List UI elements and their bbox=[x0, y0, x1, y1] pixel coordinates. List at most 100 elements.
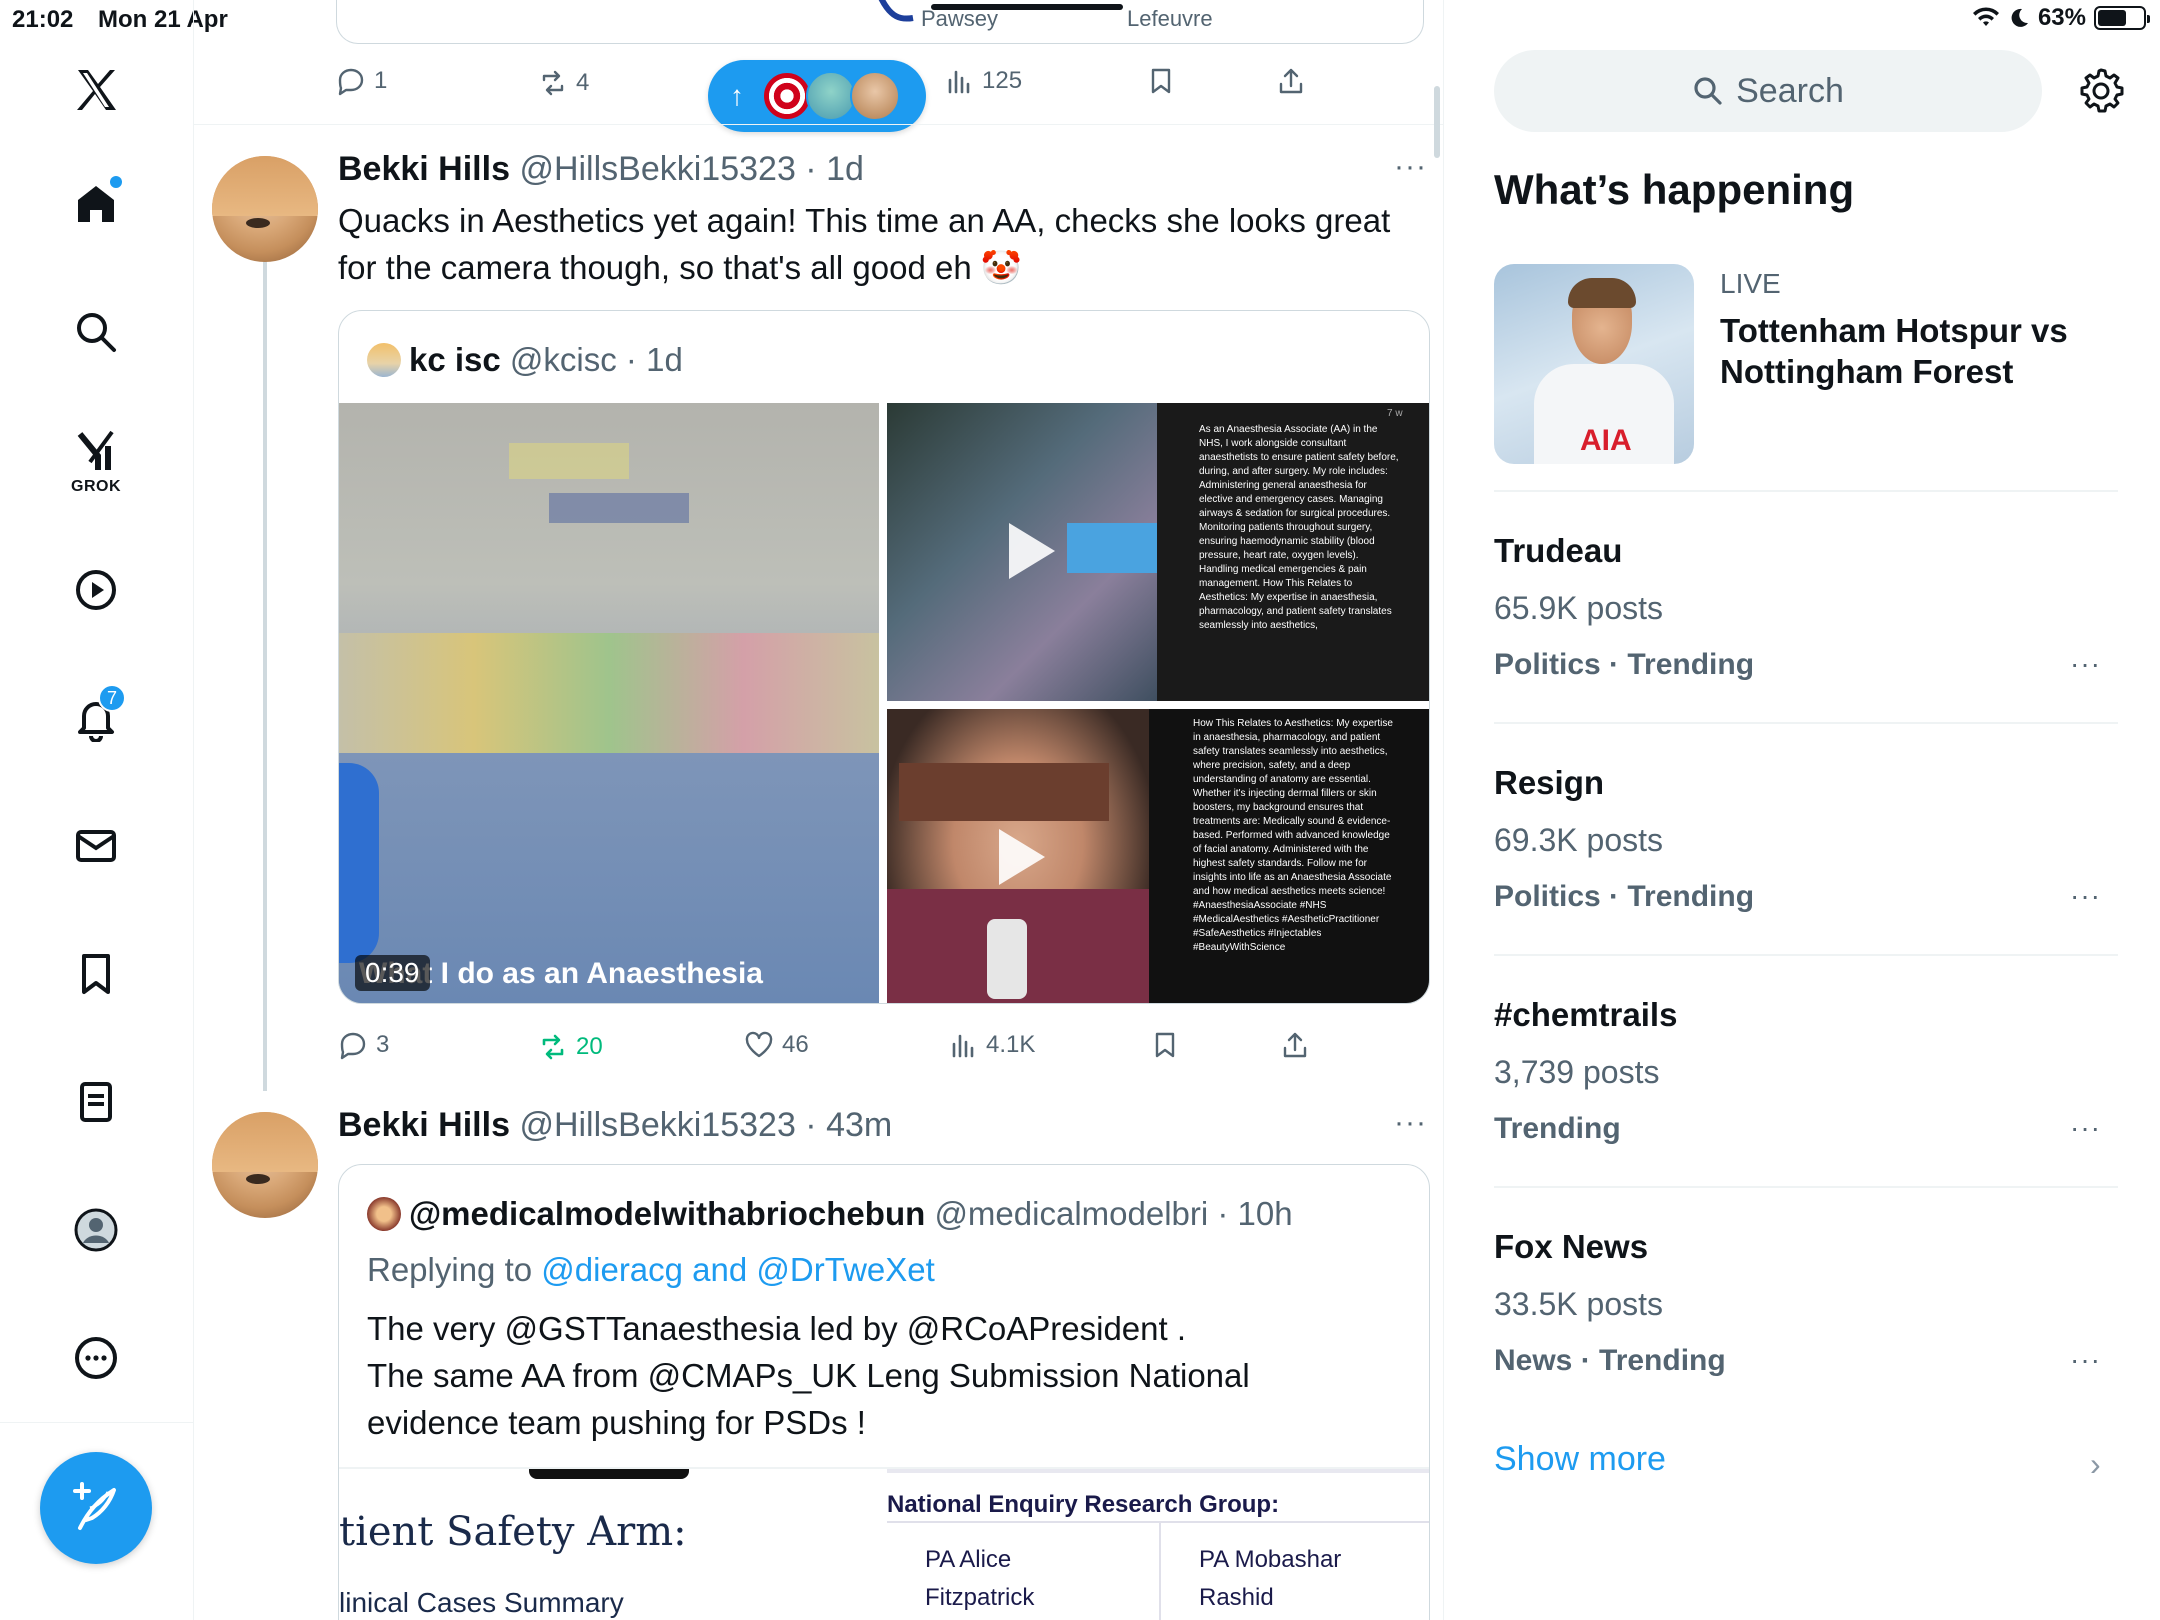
reply-count: 1 bbox=[374, 67, 388, 94]
previous-quote-card[interactable]: Pawsey Lefeuvre bbox=[336, 0, 1424, 44]
live-label: LIVE bbox=[1720, 268, 1781, 299]
more-options-circle-icon[interactable] bbox=[68, 1330, 124, 1386]
quote1-avatar bbox=[367, 343, 401, 377]
reply-action[interactable]: 1 bbox=[336, 66, 387, 96]
trend-more-icon[interactable]: ··· bbox=[2070, 1344, 2101, 1376]
tweet1-share-action[interactable] bbox=[1280, 1030, 1310, 1060]
trend-divider bbox=[1494, 722, 2118, 724]
shirt-sponsor-text: AIA bbox=[1580, 424, 1632, 457]
quote1-video-2[interactable]: As an Anaesthesia Associate (AA) in the … bbox=[887, 403, 1429, 701]
quote2-text-line1: The very @GSTTanaesthesia led by @RCoAPr… bbox=[367, 1310, 1187, 1347]
x-logo-icon[interactable] bbox=[68, 62, 124, 118]
tweet1-reply-action[interactable]: 3 bbox=[338, 1030, 389, 1060]
video-wall-sign bbox=[509, 443, 629, 479]
trend-category: Politics · Trending bbox=[1494, 648, 1755, 681]
notifications-bell-icon[interactable]: 7 bbox=[68, 684, 126, 746]
tweet2-avatar[interactable] bbox=[212, 1112, 318, 1218]
tweet2-more-icon[interactable]: ··· bbox=[1394, 1106, 1427, 1140]
grok-label: GROK bbox=[71, 478, 121, 495]
quote2-replying-to: Replying to @dieracg and @DrTweXet bbox=[367, 1251, 935, 1288]
image-left-top-bar bbox=[529, 1469, 689, 1479]
video3-play-icon bbox=[999, 829, 1045, 885]
grok-icon[interactable] bbox=[68, 424, 124, 480]
profile-avatar-icon[interactable] bbox=[68, 1202, 124, 1258]
tweet1-views-action[interactable]: 4.1K bbox=[948, 1030, 1035, 1060]
share-action[interactable] bbox=[1276, 66, 1306, 96]
home-icon[interactable] bbox=[68, 176, 124, 232]
video2-blue-tray bbox=[1067, 523, 1157, 573]
trend-divider bbox=[1494, 490, 2118, 492]
video-play-icon[interactable] bbox=[68, 562, 124, 618]
up-arrow-icon: ↑ bbox=[730, 80, 744, 111]
tweet2-time[interactable]: 43m bbox=[826, 1106, 892, 1144]
tweet1-handle[interactable]: @HillsBekki15323 bbox=[519, 150, 795, 188]
notifications-badge: 7 bbox=[98, 684, 126, 712]
trend-more-icon[interactable]: ··· bbox=[2070, 648, 2101, 680]
video-shelf bbox=[339, 633, 879, 753]
tweet1-header: Bekki Hills @HillsBekki15323 · 1d bbox=[338, 150, 864, 188]
quote1-video[interactable]: What I do as an Anaesthesia 0:39 bbox=[339, 403, 879, 1003]
trend-posts: 33.5K posts bbox=[1494, 1286, 1663, 1322]
feed-scrollbar[interactable] bbox=[1434, 86, 1440, 158]
messages-envelope-icon[interactable] bbox=[68, 818, 124, 874]
chevron-right-icon[interactable]: › bbox=[2090, 1446, 2101, 1483]
trend-more-icon[interactable]: ··· bbox=[2070, 880, 2101, 912]
live-event-title[interactable]: Tottenham Hotspur vs Nottingham Forest bbox=[1720, 310, 2100, 392]
quote2-name: @medicalmodelwithabriochebun bbox=[409, 1195, 926, 1232]
tweet1-views-count: 4.1K bbox=[986, 1031, 1036, 1058]
tweet1-repost-action[interactable]: 20 bbox=[538, 1032, 603, 1062]
tweet2-quote-card[interactable]: @medicalmodelwithabriochebun @medicalmod… bbox=[338, 1164, 1430, 1620]
search-input[interactable]: Search bbox=[1494, 50, 2042, 132]
compose-feather-icon bbox=[73, 1482, 116, 1530]
lists-icon[interactable] bbox=[68, 1074, 124, 1130]
tweet1-time[interactable]: 1d bbox=[826, 150, 864, 188]
quote2-text: The very @GSTTanaesthesia led by @RCoAPr… bbox=[367, 1305, 1407, 1446]
quote1-name: kc isc bbox=[409, 341, 501, 378]
trend-name: Fox News bbox=[1494, 1228, 1649, 1265]
tweet1-avatar[interactable] bbox=[212, 156, 318, 262]
repost-count: 4 bbox=[576, 69, 590, 96]
battery-icon bbox=[2094, 6, 2150, 30]
bookmark-action[interactable] bbox=[1146, 66, 1176, 96]
trend-category: Trending bbox=[1494, 1112, 1621, 1145]
video3-redaction-bar bbox=[899, 763, 1109, 821]
tweet1-author-name[interactable]: Bekki Hills bbox=[338, 150, 510, 188]
share-icon bbox=[1283, 1032, 1307, 1058]
quote2-handle: @medicalmodelbri bbox=[934, 1195, 1209, 1232]
video2-overlay-text: As an Anaesthesia Associate (AA) in the … bbox=[1199, 424, 1399, 631]
heart-icon bbox=[745, 1031, 773, 1058]
quote1-video-3[interactable]: How This Relates to Aesthetics: My exper… bbox=[887, 709, 1429, 1003]
trend-more-icon[interactable]: ··· bbox=[2070, 1112, 2101, 1144]
quote2-replying-users[interactable]: @dieracg and @DrTweXet bbox=[541, 1251, 935, 1288]
tweet1-bookmark-action[interactable] bbox=[1150, 1030, 1180, 1060]
bookmarks-nav-icon[interactable] bbox=[68, 946, 124, 1002]
left-nav: GROK 7 bbox=[0, 0, 194, 1620]
video-blue-label bbox=[549, 493, 689, 523]
repost-action[interactable]: 4 bbox=[538, 68, 589, 98]
tweet2-quote-header: @medicalmodelwithabriochebun @medicalmod… bbox=[367, 1195, 1293, 1233]
quote2-image-right[interactable]: National Enquiry Research Group: PA Alic… bbox=[887, 1469, 1429, 1620]
tweet2-handle[interactable]: @HillsBekki15323 bbox=[519, 1106, 795, 1144]
battery-percent: 63% bbox=[2037, 4, 2086, 31]
moon-icon bbox=[2011, 8, 2028, 27]
settings-gear-icon[interactable] bbox=[2076, 66, 2126, 116]
views-icon bbox=[948, 70, 970, 94]
pill-avatar-3 bbox=[850, 71, 900, 121]
trend-posts: 69.3K posts bbox=[1494, 822, 1663, 858]
tweet1-more-icon[interactable]: ··· bbox=[1394, 150, 1427, 184]
tweet1-like-action[interactable]: 46 bbox=[744, 1030, 809, 1060]
tweet2-header: Bekki Hills @HillsBekki15323 · 43m bbox=[338, 1106, 893, 1144]
show-more-link[interactable]: Show more bbox=[1494, 1440, 1666, 1479]
views-action[interactable]: 125 bbox=[944, 66, 1022, 96]
tweet1-text-line2: for the camera though, so that's all goo… bbox=[338, 249, 1022, 286]
compose-post-button[interactable] bbox=[40, 1452, 152, 1564]
image-right-colsep bbox=[1159, 1523, 1161, 1620]
search-nav-icon[interactable] bbox=[68, 304, 124, 360]
live-event-image[interactable]: AIA bbox=[1494, 264, 1694, 464]
tweet2-author-name[interactable]: Bekki Hills bbox=[338, 1106, 510, 1144]
trend-divider bbox=[1494, 954, 2118, 956]
video2-timestamp: 7 w bbox=[1387, 408, 1403, 419]
new-posts-pill[interactable]: ↑ bbox=[708, 60, 926, 132]
tweet1-quote-card[interactable]: kc isc @kcisc · 1d What I do as an Anaes… bbox=[338, 310, 1430, 1004]
quote2-image-left[interactable]: tient Safety Arm: linical Cases Summary bbox=[339, 1469, 879, 1620]
